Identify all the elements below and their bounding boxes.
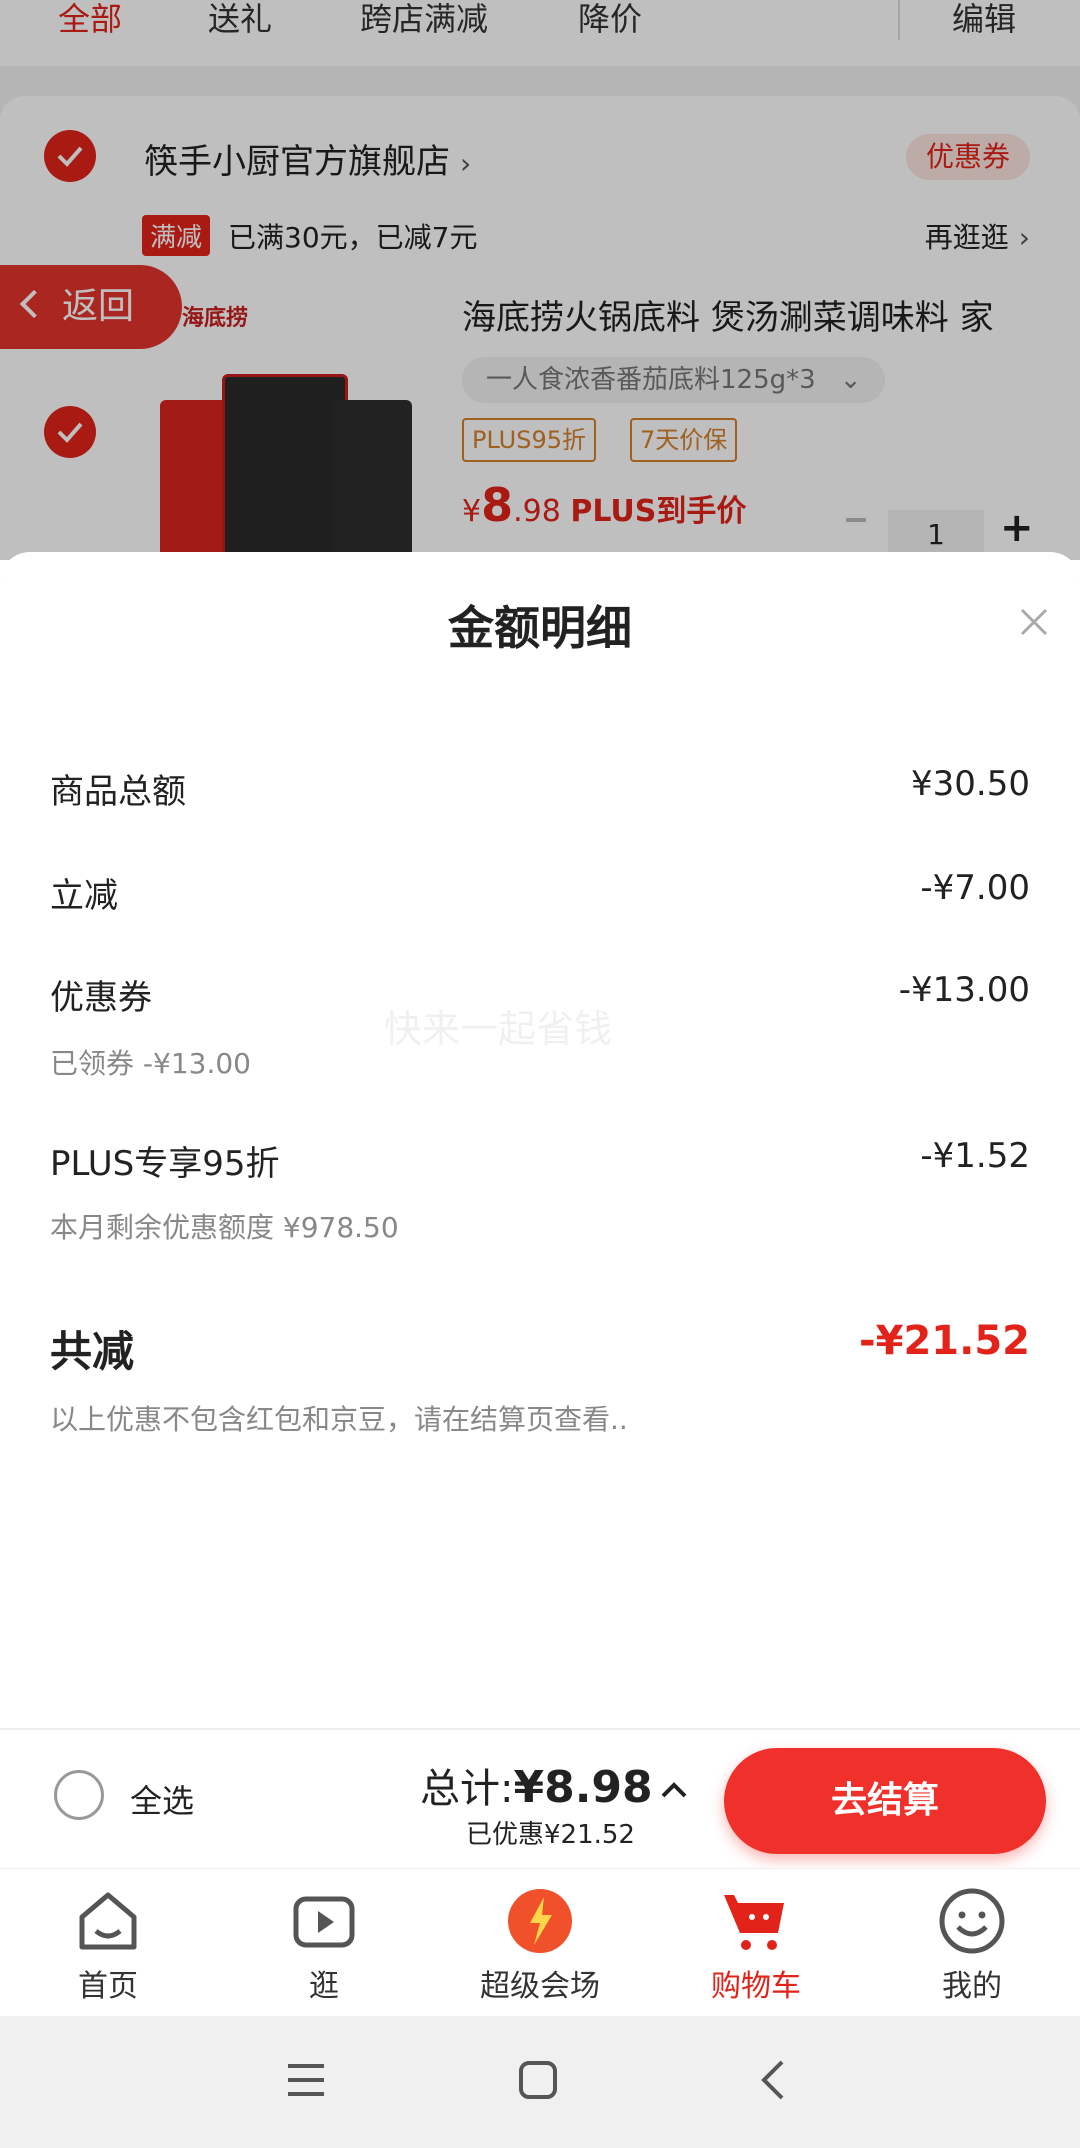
system-navbar: [0, 2016, 1080, 2148]
tab-super-venue[interactable]: 超级会场: [432, 1869, 648, 2017]
video-play-icon: [293, 1896, 355, 1948]
super-venue-icon: [508, 1889, 572, 1953]
sheet-title: 金额明细: [448, 601, 632, 655]
select-all-checkbox[interactable]: [54, 1770, 104, 1820]
close-icon[interactable]: [1018, 606, 1050, 638]
menu-icon[interactable]: [286, 2062, 326, 2098]
tab-home[interactable]: 首页: [0, 1869, 216, 2017]
saved-amount: 已优惠¥21.52: [466, 1820, 635, 1850]
amount-detail-sheet: 金额明细 快来一起省钱: [0, 552, 1080, 1728]
tab-browse[interactable]: 逛: [216, 1869, 432, 2017]
dim-overlay[interactable]: [0, 0, 1080, 560]
tab-cart[interactable]: 购物车: [648, 1869, 864, 2017]
bottom-tabbar: 首页 逛 超级会场 购物车 我的: [0, 1868, 1080, 2017]
home-icon: [79, 1892, 137, 1950]
chevron-up-icon[interactable]: [660, 1780, 688, 1800]
back-nav-icon[interactable]: [758, 2058, 788, 2102]
checkout-button[interactable]: 去结算: [724, 1748, 1046, 1854]
total-price: 总计:¥8.98: [420, 1762, 653, 1813]
select-all-label[interactable]: 全选: [130, 1776, 194, 1822]
tab-profile[interactable]: 我的: [864, 1869, 1080, 2017]
cart-icon: [724, 1895, 784, 1950]
watermark: 快来一起省钱: [384, 1007, 613, 1051]
checkout-bar: 全选 总计:¥8.98 已优惠¥21.52 去结算: [0, 1728, 1080, 1870]
profile-icon: [939, 1888, 1005, 1954]
home-square-icon[interactable]: [518, 2060, 558, 2100]
